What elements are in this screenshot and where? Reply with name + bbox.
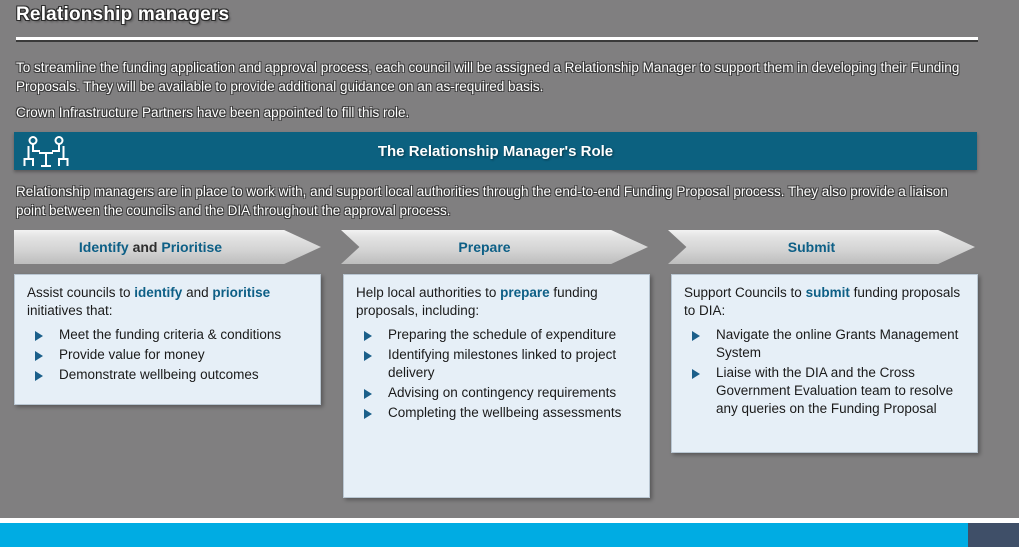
slide: Relationship managers To streamline the … bbox=[0, 0, 1019, 547]
list-item: Advising on contingency requirements bbox=[356, 384, 637, 402]
box-1-lead: Assist councils to identify and prioriti… bbox=[27, 285, 271, 318]
triangle-bullet-icon bbox=[364, 389, 372, 399]
box-3-lead: Support Councils to submit funding propo… bbox=[684, 285, 961, 318]
chevron-2-label: Prepare bbox=[458, 239, 511, 255]
role-banner: The Relationship Manager's Role bbox=[14, 132, 977, 170]
chevron-1-label: Identify and Prioritise bbox=[78, 239, 223, 255]
list-item: Liaise with the DIA and the Cross Govern… bbox=[684, 364, 965, 418]
footer-bar bbox=[0, 523, 1019, 547]
list-item: Preparing the schedule of expenditure bbox=[356, 326, 637, 344]
intro-paragraph-2: Crown Infrastructure Partners have been … bbox=[16, 105, 410, 120]
list-item: Completing the wellbeing assessments bbox=[356, 404, 637, 422]
box-3-bullet-list: Navigate the online Grants Management Sy… bbox=[684, 326, 965, 418]
box-1-bullet-list: Meet the funding criteria & conditions P… bbox=[27, 326, 308, 384]
chevron-identify-prioritise[interactable]: Identify and Prioritise bbox=[14, 230, 321, 264]
list-item: Demonstrate wellbeing outcomes bbox=[27, 366, 308, 384]
box-2-bullet-list: Preparing the schedule of expenditure Id… bbox=[356, 326, 637, 422]
content-box-identify-prioritise: Assist councils to identify and prioriti… bbox=[14, 274, 321, 405]
footer-accent-block bbox=[968, 523, 1019, 547]
triangle-bullet-icon bbox=[364, 409, 372, 419]
content-box-prepare: Help local authorities to prepare fundin… bbox=[343, 274, 650, 498]
triangle-bullet-icon bbox=[35, 351, 43, 361]
content-box-submit: Support Councils to submit funding propo… bbox=[671, 274, 978, 453]
list-item: Navigate the online Grants Management Sy… bbox=[684, 326, 965, 362]
list-item: Provide value for money bbox=[27, 346, 308, 364]
role-banner-title: The Relationship Manager's Role bbox=[377, 142, 614, 160]
chevron-submit[interactable]: Submit bbox=[668, 230, 975, 264]
triangle-bullet-icon bbox=[35, 371, 43, 381]
list-item: Identifying milestones linked to project… bbox=[356, 346, 637, 382]
triangle-bullet-icon bbox=[35, 331, 43, 341]
process-chevron-row: Identify and Prioritise Prepare Submit bbox=[14, 230, 977, 264]
triangle-bullet-icon bbox=[692, 331, 700, 341]
triangle-bullet-icon bbox=[364, 351, 372, 361]
page-title: Relationship managers bbox=[16, 4, 230, 25]
intro-paragraph-3: Relationship managers are in place to wo… bbox=[16, 184, 948, 218]
intro-paragraph-1: To streamline the funding application an… bbox=[16, 60, 960, 94]
chevron-prepare[interactable]: Prepare bbox=[341, 230, 648, 264]
triangle-bullet-icon bbox=[364, 331, 372, 341]
chevron-3-label: Submit bbox=[787, 239, 836, 255]
list-item: Meet the funding criteria & conditions bbox=[27, 326, 308, 344]
title-divider bbox=[16, 37, 978, 42]
meeting-people-table-icon bbox=[14, 132, 78, 170]
box-2-lead: Help local authorities to prepare fundin… bbox=[356, 285, 598, 318]
triangle-bullet-icon bbox=[692, 369, 700, 379]
